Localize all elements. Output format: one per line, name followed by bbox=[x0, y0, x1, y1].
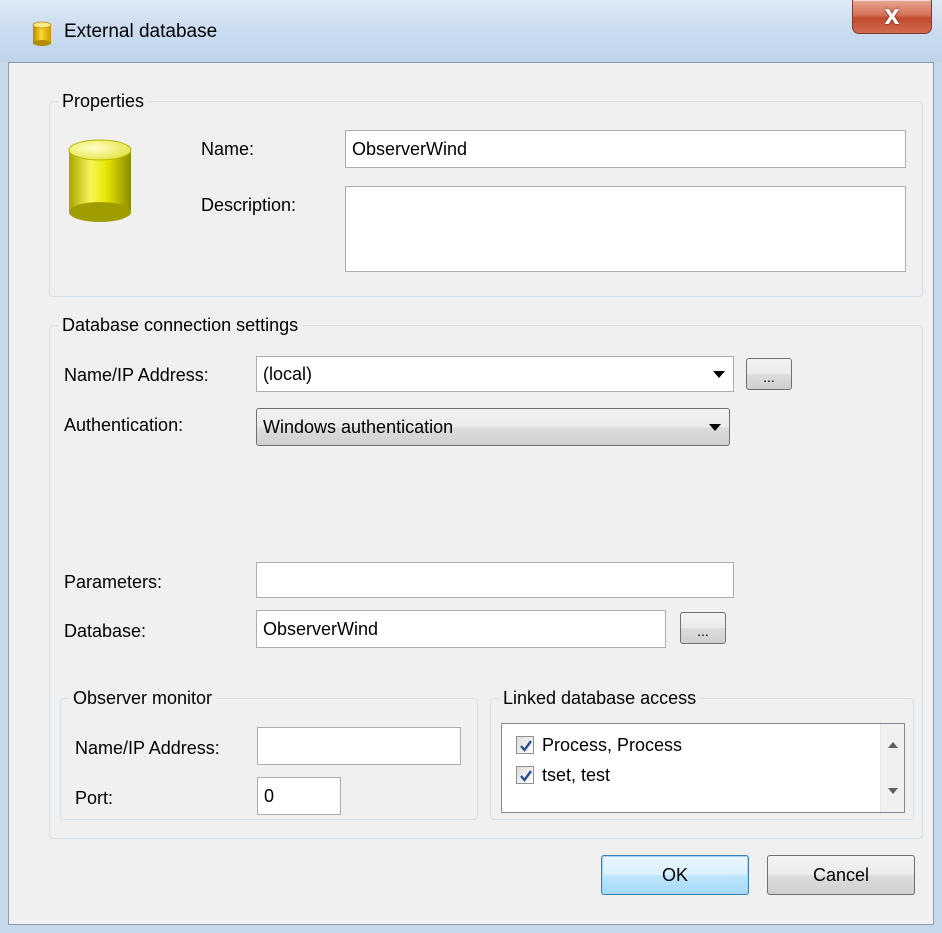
close-icon: X bbox=[884, 4, 900, 29]
dialog-body: Properties Name: ObserverWind Descriptio… bbox=[8, 62, 934, 925]
dialog-window: External database X Properties Name: Obs… bbox=[0, 0, 942, 933]
observer-monitor-group-label: Observer monitor bbox=[69, 686, 217, 710]
linked-database-list[interactable]: Process, Process tset, test bbox=[501, 723, 905, 813]
ok-button[interactable]: OK bbox=[601, 855, 749, 895]
database-browse-label: ... bbox=[697, 623, 709, 639]
name-ip-combobox[interactable]: (local) bbox=[256, 356, 734, 392]
scroll-up-icon[interactable] bbox=[888, 742, 898, 748]
database-cylinder-icon bbox=[68, 139, 132, 222]
port-input[interactable]: 0 bbox=[257, 777, 341, 815]
chevron-down-icon bbox=[709, 424, 721, 431]
vertical-scrollbar[interactable] bbox=[880, 724, 904, 812]
list-item-label: Process, Process bbox=[542, 734, 683, 755]
list-item-label: tset, test bbox=[542, 764, 611, 785]
title-bar[interactable]: External database X bbox=[0, 0, 942, 62]
description-input[interactable] bbox=[345, 186, 906, 272]
checkbox[interactable] bbox=[516, 736, 534, 754]
connection-group-label: Database connection settings bbox=[58, 313, 303, 337]
port-input-value: 0 bbox=[264, 785, 275, 806]
cancel-button[interactable]: Cancel bbox=[767, 855, 915, 895]
linked-access-group: Linked database access Process, Process bbox=[490, 686, 914, 820]
name-ip-label: Name/IP Address: bbox=[64, 365, 209, 385]
server-browse-label: ... bbox=[763, 369, 775, 385]
properties-group-label: Properties bbox=[58, 89, 149, 113]
close-button[interactable]: X bbox=[852, 0, 932, 34]
scroll-down-icon[interactable] bbox=[888, 788, 898, 794]
ok-button-label: OK bbox=[661, 864, 688, 885]
name-label: Name: bbox=[201, 139, 255, 159]
database-icon bbox=[32, 21, 52, 46]
monitor-name-ip-input[interactable] bbox=[257, 727, 461, 765]
database-label: Database: bbox=[64, 621, 147, 641]
connection-group: Database connection settings Name/IP Add… bbox=[49, 313, 923, 839]
window-title: External database bbox=[64, 21, 218, 42]
list-item[interactable]: tset, test bbox=[516, 762, 610, 788]
name-input[interactable]: ObserverWind bbox=[345, 130, 906, 168]
parameters-input[interactable] bbox=[256, 562, 734, 598]
database-input-value: ObserverWind bbox=[263, 618, 379, 639]
cancel-button-label: Cancel bbox=[812, 864, 870, 885]
authentication-value: Windows authentication bbox=[263, 416, 454, 437]
port-label: Port: bbox=[75, 788, 114, 808]
name-input-value: ObserverWind bbox=[352, 138, 468, 159]
list-item[interactable]: Process, Process bbox=[516, 732, 682, 758]
monitor-name-ip-label: Name/IP Address: bbox=[75, 738, 220, 758]
authentication-select[interactable]: Windows authentication bbox=[256, 408, 730, 446]
observer-monitor-group: Observer monitor Name/IP Address: Port: … bbox=[60, 686, 478, 820]
server-browse-button[interactable]: ... bbox=[746, 358, 792, 390]
authentication-label: Authentication: bbox=[64, 415, 184, 435]
parameters-label: Parameters: bbox=[64, 572, 163, 592]
checkmark-icon bbox=[520, 740, 532, 752]
database-input[interactable]: ObserverWind bbox=[256, 610, 666, 648]
linked-access-group-label: Linked database access bbox=[499, 686, 701, 710]
description-label: Description: bbox=[201, 195, 297, 215]
properties-group: Properties Name: ObserverWind Descriptio… bbox=[49, 89, 923, 297]
database-browse-button[interactable]: ... bbox=[680, 612, 726, 644]
checkmark-icon bbox=[520, 770, 532, 782]
chevron-down-icon[interactable] bbox=[713, 371, 725, 378]
checkbox[interactable] bbox=[516, 766, 534, 784]
name-ip-value: (local) bbox=[263, 363, 313, 384]
